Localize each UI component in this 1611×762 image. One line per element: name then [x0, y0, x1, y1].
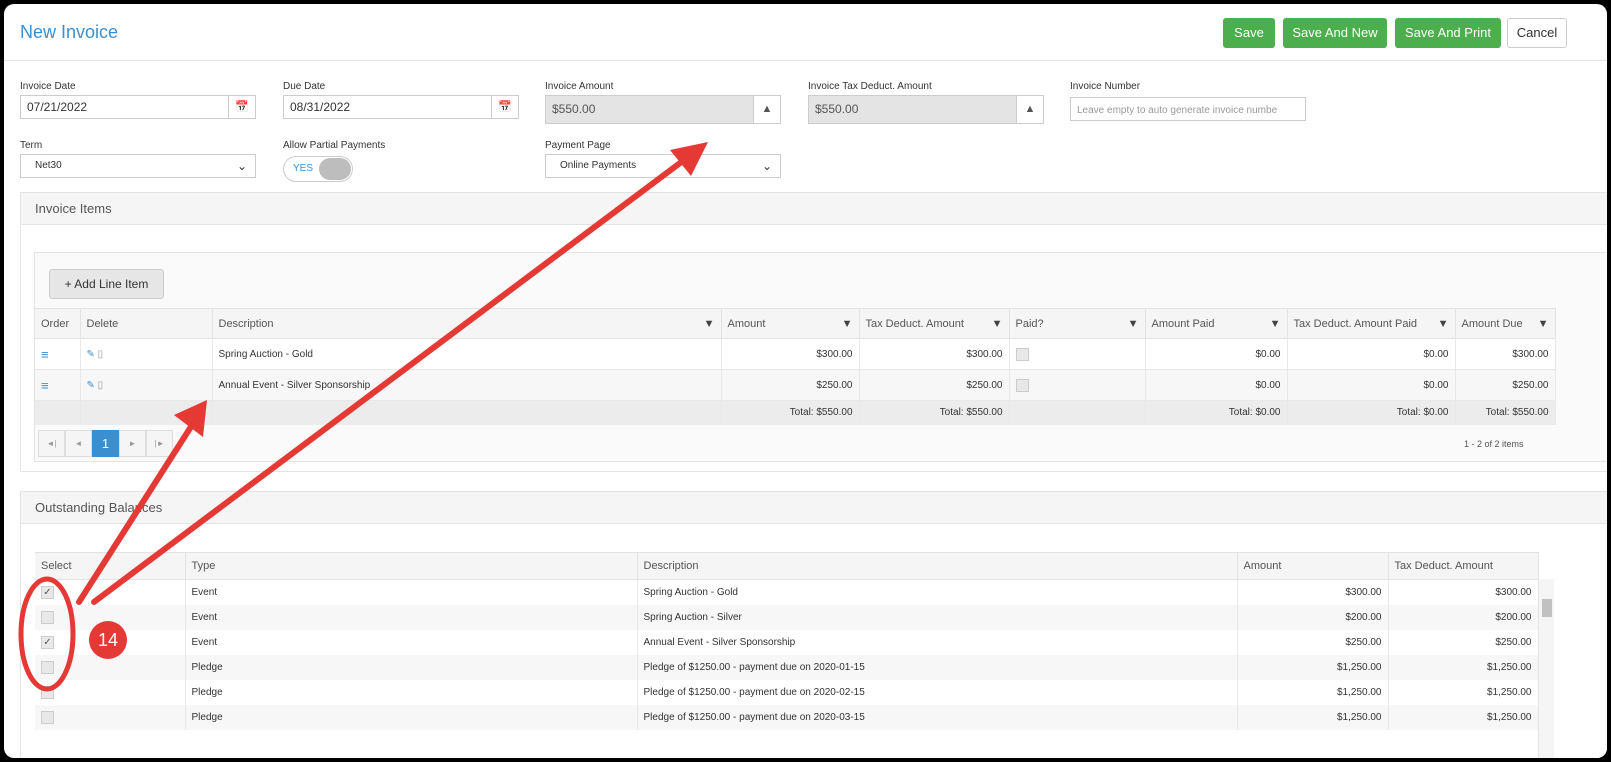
- arrow-line-to-items: [76, 419, 197, 605]
- app-window: New Invoice Save Save And New Save And P…: [4, 4, 1607, 758]
- arrow-line-to-amount: [91, 157, 687, 605]
- step-number-badge: 14: [89, 621, 127, 659]
- arrow-head-to-amount: [670, 142, 708, 176]
- highlight-circle: [18, 576, 76, 692]
- annotation-overlay: [18, 142, 708, 692]
